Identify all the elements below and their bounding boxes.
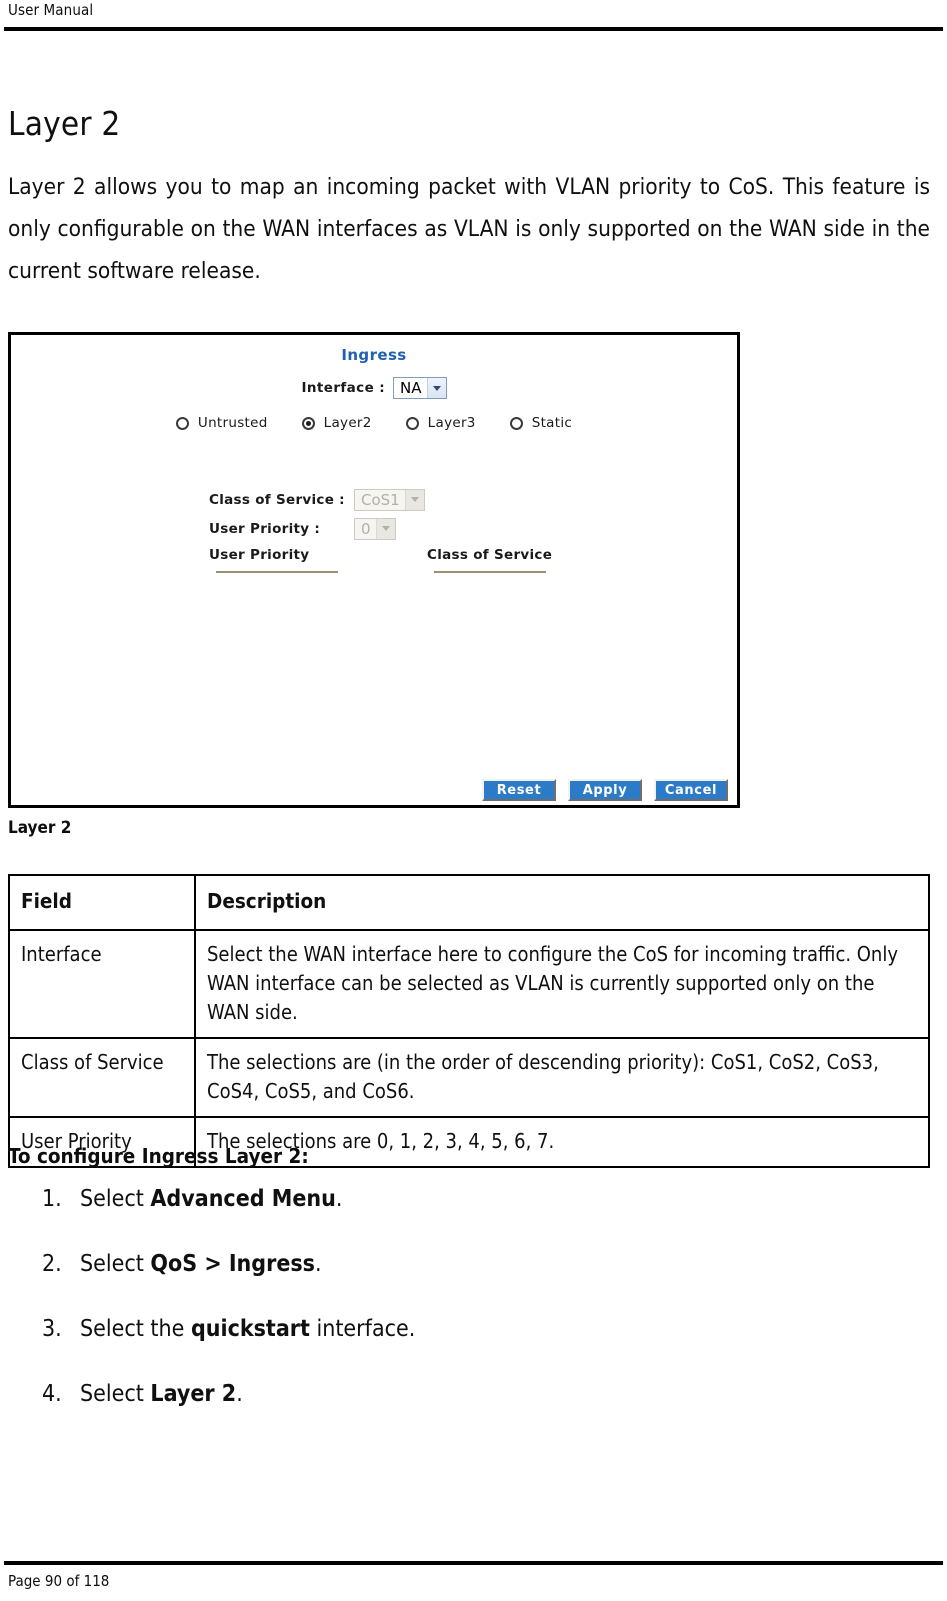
field-description-table: Field Description Interface Select the W… (8, 874, 930, 1168)
procedure-step-3: 3. Select the quickstart interface. (42, 1316, 415, 1342)
table-header-row: Field Description (8, 874, 930, 931)
radio-static-label: Static (531, 415, 573, 431)
step-text-post: interface. (309, 1316, 416, 1342)
column-rule (434, 571, 546, 573)
radio-untrusted[interactable]: Untrusted (175, 415, 268, 431)
figure-caption: Layer 2 (8, 818, 72, 838)
step-text-bold: Advanced Menu (150, 1186, 336, 1212)
procedure-step-1: 1. Select Advanced Menu. (42, 1186, 342, 1212)
running-header: User Manual (8, 1, 94, 19)
class-of-service-label: Class of Service : (209, 491, 345, 508)
chevron-down-icon (426, 378, 446, 398)
radio-static[interactable]: Static (509, 415, 573, 431)
table-cell-description: The selections are (in the order of desc… (194, 1037, 930, 1118)
table-header-field: Field (8, 874, 196, 931)
radio-untrusted-label: Untrusted (197, 415, 268, 431)
procedure-title: To configure Ingress Layer 2: (8, 1144, 309, 1168)
table-cell-field: Interface (8, 929, 196, 1039)
step-text-bold: quickstart (190, 1316, 310, 1342)
step-number: 1. (42, 1186, 62, 1212)
interface-label: Interface : (301, 380, 386, 396)
user-priority-label: User Priority : (209, 520, 321, 537)
page-title: Layer 2 (8, 104, 121, 143)
radio-layer3-label: Layer3 (427, 415, 476, 431)
user-priority-select[interactable]: 0 (354, 517, 396, 540)
interface-select[interactable]: NA (393, 377, 447, 399)
procedure-step-4: 4. Select Layer 2. (42, 1381, 243, 1407)
panel-title: Ingress (341, 346, 407, 364)
step-number: 4. (42, 1381, 62, 1407)
step-text-post: . (335, 1186, 343, 1212)
class-of-service-select[interactable]: CoS1 (354, 488, 425, 511)
radio-selected-icon (301, 416, 315, 430)
step-text-post: . (315, 1251, 322, 1277)
user-priority-value: 0 (361, 519, 371, 538)
table-row: Interface Select the WAN interface here … (8, 929, 930, 1039)
footer-rule (4, 1561, 943, 1565)
radio-layer3[interactable]: Layer3 (405, 415, 476, 431)
step-text-bold: QoS > Ingress (150, 1251, 315, 1277)
step-text-pre: Select (80, 1251, 151, 1277)
cancel-button[interactable]: Cancel (654, 779, 728, 801)
interface-select-value: NA (400, 379, 422, 397)
step-number: 2. (42, 1251, 62, 1277)
step-number: 3. (42, 1316, 62, 1342)
table-row: Class of Service The selections are (in … (8, 1037, 930, 1118)
procedure-step-2: 2. Select QoS > Ingress. (42, 1251, 322, 1277)
radio-icon (509, 416, 523, 430)
step-text-pre: Select (80, 1381, 151, 1407)
mapping-table-rules (216, 571, 546, 573)
radio-layer2-label: Layer2 (323, 415, 372, 431)
class-of-service-value: CoS1 (361, 490, 400, 509)
radio-layer2[interactable]: Layer2 (301, 415, 372, 431)
radio-icon (175, 416, 189, 430)
column-rule (216, 571, 338, 573)
header-rule (4, 27, 943, 31)
user-priority-row: User Priority : 0 (209, 514, 425, 543)
intro-paragraph: Layer 2 allows you to map an incoming pa… (8, 174, 930, 284)
table-header-description: Description (194, 874, 930, 931)
class-of-service-row: Class of Service : CoS1 (209, 485, 425, 514)
document-page: User Manual Layer 2 Layer 2 allows you t… (0, 0, 947, 1601)
panel-button-row: Reset Apply Cancel (470, 779, 728, 801)
chevron-down-icon (404, 489, 424, 510)
ingress-config-screenshot: Ingress Interface : NA Untrusted Layer2 … (8, 332, 740, 808)
table-cell-field: Class of Service (8, 1037, 196, 1118)
apply-button[interactable]: Apply (568, 779, 642, 801)
step-text-pre: Select (80, 1186, 151, 1212)
mode-radio-group: Untrusted Layer2 Layer3 Static (11, 415, 737, 431)
step-text-post: . (236, 1381, 243, 1407)
mapping-table-headers: User Priority Class of Service (209, 547, 554, 563)
interface-row: Interface : NA (11, 377, 737, 399)
table-cell-description: Select the WAN interface here to configu… (194, 929, 930, 1039)
step-text-bold: Layer 2 (150, 1381, 237, 1407)
radio-icon (405, 416, 419, 430)
step-text-pre: Select the (80, 1316, 191, 1342)
col-header-class-of-service: Class of Service (427, 547, 553, 563)
field-group: Class of Service : CoS1 User Priority : … (209, 485, 425, 543)
col-header-user-priority: User Priority (209, 547, 310, 563)
reset-button[interactable]: Reset (482, 779, 556, 801)
chevron-down-icon (375, 518, 395, 539)
page-footer: Page 90 of 118 (8, 1572, 110, 1590)
